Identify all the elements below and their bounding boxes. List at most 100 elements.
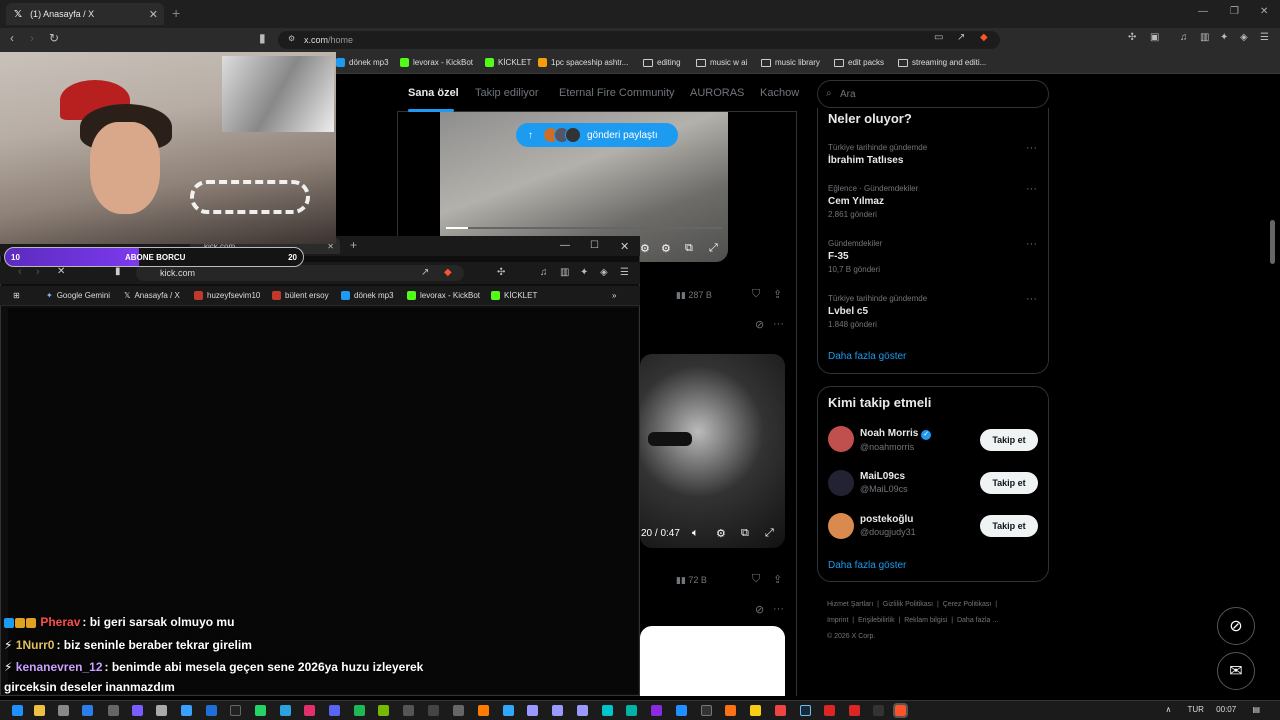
follow-button[interactable]: Takip et xyxy=(980,429,1038,451)
bookmark-item[interactable]: dönek mp3 xyxy=(336,58,389,67)
trend-item[interactable]: Eğlence · Gündemdekiler Cem Yılmaz 2.861… xyxy=(828,184,918,219)
spotify-icon[interactable] xyxy=(354,705,365,716)
nvidia-icon[interactable] xyxy=(378,705,389,716)
bookmark-item[interactable]: KİCKLET xyxy=(485,58,531,67)
video-settings-icon[interactable]: ⚙ xyxy=(661,242,671,255)
grok-icon[interactable]: ⊘ xyxy=(755,318,764,331)
share-icon[interactable]: ↗ xyxy=(421,267,429,278)
premiere-icon[interactable] xyxy=(577,705,588,716)
bookmark-item[interactable]: bülent ersoy xyxy=(272,291,329,300)
app-icon[interactable] xyxy=(824,705,835,716)
tray-language[interactable]: TUR xyxy=(1187,705,1203,714)
volume-icon[interactable]: 🔈︎ xyxy=(692,527,699,540)
app-icon[interactable] xyxy=(58,705,69,716)
pip-icon[interactable]: ⧉ xyxy=(685,242,693,255)
view-count[interactable]: ▮▮ 72 B xyxy=(676,575,707,586)
bookmark-icon[interactable]: ⛉ xyxy=(752,573,760,586)
bookmark-item[interactable]: dönek mp3 xyxy=(341,291,394,300)
brave-shield-icon[interactable]: ◆ xyxy=(444,267,452,278)
search-input[interactable]: ⌕ Ara xyxy=(817,80,1049,108)
extensions-icon[interactable]: ✣ xyxy=(1128,32,1136,43)
video-settings-icon[interactable]: ⚙ xyxy=(640,242,650,255)
start-icon[interactable] xyxy=(12,705,23,716)
app-icon[interactable] xyxy=(626,705,637,716)
site-info-icon[interactable]: ⚙ xyxy=(288,34,295,43)
sidebar-icon[interactable]: ▥ xyxy=(1200,32,1209,43)
app-icon[interactable] xyxy=(428,705,439,716)
forward-icon[interactable]: › xyxy=(36,266,40,278)
minimize-icon[interactable]: — xyxy=(560,240,570,251)
tab-community[interactable]: AURORAS xyxy=(690,87,744,99)
telegram-icon[interactable] xyxy=(280,705,291,716)
leo-ai-icon[interactable]: ✦ xyxy=(1220,32,1228,43)
forward-icon[interactable]: › xyxy=(30,31,34,45)
tab-for-you[interactable]: Sana özel xyxy=(408,87,459,99)
more-icon[interactable]: ··· xyxy=(1026,183,1037,195)
app-icon[interactable] xyxy=(775,705,786,716)
follow-button[interactable]: Takip et xyxy=(980,472,1038,494)
new-posts-pill[interactable]: ↑ gönderi paylaştı xyxy=(516,123,678,147)
tab-following[interactable]: Takip ediliyor xyxy=(475,87,539,99)
bookmark-item[interactable]: levorax - KickBot xyxy=(407,291,480,300)
page-scrollbar[interactable] xyxy=(1270,220,1275,264)
post-media[interactable] xyxy=(640,626,785,696)
follow-suggestion[interactable]: postekoğlu @dougjudy31 xyxy=(860,514,916,537)
messages-button[interactable]: ✉ xyxy=(1217,652,1255,690)
more-icon[interactable]: ··· xyxy=(773,603,784,615)
photoshop-icon[interactable] xyxy=(503,705,514,716)
reload-icon[interactable]: ↻ xyxy=(49,31,59,45)
sidebar-icon[interactable]: ▥ xyxy=(560,267,569,278)
view-count[interactable]: ▮▮ 287 B xyxy=(676,290,712,301)
app-icon[interactable] xyxy=(132,705,143,716)
avatar[interactable] xyxy=(828,513,854,539)
notification-icon[interactable]: ▤ xyxy=(1252,705,1260,714)
stop-loading-icon[interactable]: ✕ xyxy=(57,266,65,277)
bookmark-icon[interactable]: ⛉ xyxy=(752,288,760,301)
discord-icon[interactable] xyxy=(329,705,340,716)
app-icon[interactable] xyxy=(156,705,167,716)
bookmark-page-icon[interactable]: ▮ xyxy=(115,266,121,277)
tiktok-icon[interactable] xyxy=(230,705,241,716)
footer-link[interactable]: Imprint xyxy=(827,617,848,624)
app-icon[interactable] xyxy=(701,705,712,716)
share-icon[interactable]: ↗ xyxy=(957,32,965,43)
video-progress-track[interactable] xyxy=(446,227,722,229)
menu-icon[interactable]: ☰ xyxy=(620,267,629,278)
close-window-icon[interactable]: ✕ xyxy=(1260,6,1268,17)
app-icon[interactable] xyxy=(403,705,414,716)
bookmark-folder[interactable]: music w ai xyxy=(696,58,747,67)
media-icon[interactable]: ♫ xyxy=(540,267,548,278)
app-icon[interactable] xyxy=(676,705,687,716)
app-icon[interactable] xyxy=(206,705,217,716)
vscode-icon[interactable] xyxy=(82,705,93,716)
brave-shield-icon[interactable]: ◆ xyxy=(980,32,988,43)
address-input[interactable]: x.com/home xyxy=(278,31,1000,49)
bookmark-item[interactable]: huzeyfsevim10 xyxy=(194,291,260,300)
more-icon[interactable]: ··· xyxy=(1026,293,1037,305)
menu-icon[interactable]: ☰ xyxy=(1260,32,1269,43)
trend-item[interactable]: Gündemdekiler F-35 10,7 B gönderi xyxy=(828,239,882,274)
footer-link[interactable]: Gizlilik Politikası xyxy=(883,601,933,608)
kick-address-input[interactable]: kick.com xyxy=(136,265,464,281)
bookmark-folder[interactable]: streaming and editi... xyxy=(898,58,986,67)
maximize-icon[interactable]: ☐ xyxy=(590,240,599,251)
follow-suggestion[interactable]: MaiL09cs @MaiL09cs xyxy=(860,471,908,494)
fullscreen-icon[interactable]: ⤢ xyxy=(765,527,774,540)
illustrator-icon[interactable] xyxy=(478,705,489,716)
app-icon[interactable] xyxy=(108,705,119,716)
extensions-icon[interactable]: ✣ xyxy=(497,267,505,278)
footer-link[interactable]: Daha fazla ... xyxy=(957,617,998,624)
app-icon[interactable] xyxy=(750,705,761,716)
media-icon[interactable]: ♫ xyxy=(1180,32,1188,43)
footer-link[interactable]: Erişilebilirlik xyxy=(858,617,895,624)
post-video[interactable] xyxy=(640,354,785,548)
explorer-icon[interactable] xyxy=(34,705,45,716)
fullscreen-icon[interactable]: ⤢ xyxy=(709,242,718,255)
back-icon[interactable]: ‹ xyxy=(10,31,14,45)
app-icon[interactable] xyxy=(849,705,860,716)
show-more-trends-link[interactable]: Daha fazla göster xyxy=(828,351,906,362)
close-window-icon[interactable]: ✕ xyxy=(620,240,629,253)
bookmark-item[interactable]: KİCKLET xyxy=(491,291,537,300)
video-settings-icon[interactable]: ⚙ xyxy=(716,527,726,540)
share-icon[interactable]: ⇪ xyxy=(773,288,782,301)
